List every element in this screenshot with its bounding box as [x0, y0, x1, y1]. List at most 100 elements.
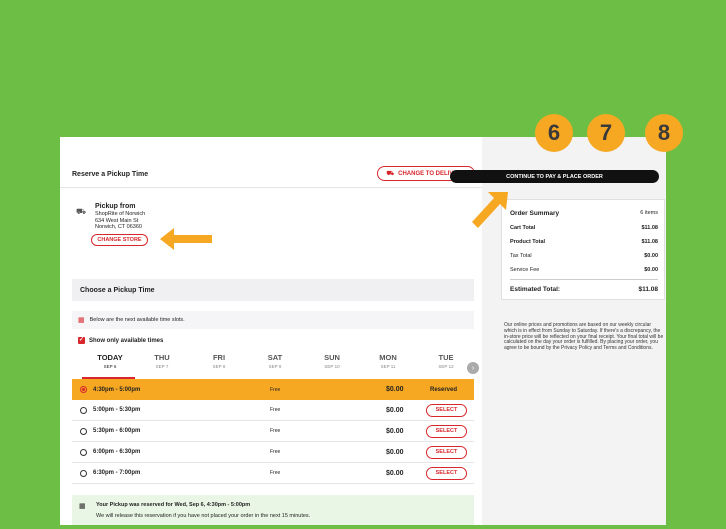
tax-label: Tax Total	[510, 253, 532, 259]
tab-sat[interactable]: SAT SEP 9	[250, 353, 300, 369]
tab-today[interactable]: TODAY SEP 6	[85, 353, 135, 369]
cart-total-label: Cart Total	[510, 225, 536, 231]
day-name: THU	[154, 353, 170, 362]
time-slot-row[interactable]: 4:30pm - 5:00pm Free $0.00 Reserved	[72, 379, 474, 400]
reservation-message-title: Your Pickup was reserved for Wed, Sep 6,…	[96, 502, 251, 508]
radio-icon[interactable]	[80, 448, 87, 456]
chevron-right-icon[interactable]: ›	[467, 362, 479, 374]
slot-time: 6:30pm - 7:00pm	[93, 470, 141, 476]
product-total-value: $11.08	[641, 239, 658, 245]
slot-fee: Free	[270, 470, 281, 476]
slot-fee: Free	[270, 407, 281, 413]
time-slot-row[interactable]: 6:00pm - 6:30pm Free $0.00 SELECT	[72, 442, 474, 463]
slot-price: $0.00	[386, 469, 404, 477]
available-slots-note-text: Below are the next available time slots.	[89, 317, 185, 323]
slot-price: $0.00	[386, 406, 404, 414]
day-name: SAT	[267, 353, 283, 362]
tab-tue[interactable]: TUE SEP 12	[421, 353, 471, 369]
slot-price: $0.00	[386, 386, 404, 393]
product-total-label: Product Total	[510, 239, 546, 245]
step-badge-8: 8	[645, 114, 683, 152]
day-name: FRI	[212, 353, 226, 362]
slot-fee: Free	[270, 386, 281, 393]
available-slots-note: ▦ Below are the next available time slot…	[72, 311, 474, 329]
estimated-total-row: Estimated Total: $11.08	[510, 286, 658, 293]
summary-item-count: 6 items	[640, 210, 658, 216]
tax-value: $0.00	[644, 253, 658, 259]
checkbox-checked-icon[interactable]: ✓	[78, 337, 85, 344]
day-name: SUN	[324, 353, 340, 362]
pickup-column: Reserve a Pickup Time ⛟ CHANGE TO DELIVE…	[60, 137, 482, 525]
time-slot-list: 4:30pm - 5:00pm Free $0.00 Reserved 5:00…	[72, 379, 474, 484]
arrow-left-icon	[160, 228, 212, 250]
time-slot-row[interactable]: 5:30pm - 6:00pm Free $0.00 SELECT	[72, 421, 474, 442]
cart-total-value: $11.08	[641, 225, 658, 231]
day-tabs: TODAY SEP 6 THU SEP 7 FRI SEP 8 SAT SEP …	[72, 353, 474, 379]
day-date: SEP 12	[438, 364, 454, 369]
choose-pickup-time-header: Choose a Pickup Time	[72, 279, 474, 301]
radio-icon[interactable]	[80, 406, 87, 414]
delivery-truck-icon: ⛟	[386, 170, 395, 177]
tab-thu[interactable]: THU SEP 7	[137, 353, 187, 369]
show-available-label: Show only available times	[89, 337, 164, 344]
service-fee-label: Service Fee	[510, 267, 540, 273]
time-slot-row[interactable]: 6:30pm - 7:00pm Free $0.00 SELECT	[72, 463, 474, 484]
day-date: SEP 6	[103, 364, 117, 369]
tax-row: Tax Total $0.00	[510, 253, 658, 259]
tab-fri[interactable]: FRI SEP 8	[194, 353, 244, 369]
day-date: SEP 11	[380, 364, 396, 369]
summary-divider	[510, 279, 658, 280]
reservation-message-detail: We will release this reservation if you …	[96, 513, 311, 519]
reservation-message: ▦ Your Pickup was reserved for Wed, Sep …	[72, 495, 474, 525]
slot-time: 6:00pm - 6:30pm	[93, 449, 141, 455]
continue-to-pay-button[interactable]: CONTINUE TO PAY & PLACE ORDER	[450, 170, 659, 183]
select-slot-button[interactable]: SELECT	[426, 445, 467, 459]
service-fee-value: $0.00	[644, 267, 658, 273]
summary-header: Order Summary 6 items	[510, 210, 658, 217]
truck-icon: ⛟	[76, 207, 87, 216]
day-date: SEP 10	[324, 364, 340, 369]
step-badge-6: 6	[535, 114, 573, 152]
step-badge-7: 7	[587, 114, 625, 152]
show-available-toggle[interactable]: ✓ Show only available times	[78, 337, 163, 344]
order-summary: Order Summary 6 items Cart Total $11.08 …	[501, 199, 665, 300]
day-name: TODAY	[97, 353, 123, 362]
slot-price: $0.00	[386, 427, 404, 435]
cart-total-row: Cart Total $11.08	[510, 225, 658, 231]
arrow-up-right-icon	[472, 192, 508, 228]
calendar-check-icon: ▦	[79, 503, 86, 510]
select-slot-button[interactable]: SELECT	[426, 466, 467, 480]
slot-time: 5:00pm - 5:30pm	[93, 407, 141, 413]
tab-sun[interactable]: SUN SEP 10	[307, 353, 357, 369]
select-slot-button[interactable]: SELECT	[426, 424, 467, 438]
slot-fee: Free	[270, 449, 281, 455]
radio-icon[interactable]	[80, 469, 87, 477]
day-date: SEP 7	[155, 364, 169, 369]
service-fee-row: Service Fee $0.00	[510, 267, 658, 273]
radio-icon[interactable]	[80, 427, 87, 435]
reserved-label: Reserved	[430, 386, 458, 393]
estimated-total-label: Estimated Total:	[510, 286, 561, 293]
slot-time: 5:30pm - 6:00pm	[93, 428, 141, 434]
reserve-title: Reserve a Pickup Time	[72, 171, 149, 178]
slot-fee: Free	[270, 428, 281, 434]
day-name: MON	[379, 353, 397, 362]
estimated-total-value: $11.08	[638, 286, 658, 293]
pickup-heading: Pickup from	[95, 203, 136, 210]
calendar-icon: ▦	[78, 317, 85, 324]
divider	[60, 187, 482, 188]
tab-mon[interactable]: MON SEP 11	[363, 353, 413, 369]
select-slot-button[interactable]: SELECT	[426, 403, 467, 417]
time-slot-row[interactable]: 5:00pm - 5:30pm Free $0.00 SELECT	[72, 400, 474, 421]
day-name: TUE	[438, 353, 454, 362]
pricing-disclaimer: Our online prices and promotions are bas…	[504, 322, 664, 352]
summary-title: Order Summary	[510, 210, 560, 217]
change-store-button[interactable]: CHANGE STORE	[91, 234, 148, 246]
product-total-row: Product Total $11.08	[510, 239, 658, 245]
slot-time: 4:30pm - 5:00pm	[93, 386, 141, 393]
store-city: Norwich, CT 06360	[95, 224, 142, 230]
day-date: SEP 8	[212, 364, 226, 369]
radio-selected-icon[interactable]	[80, 386, 87, 393]
slot-price: $0.00	[386, 448, 404, 456]
day-date: SEP 9	[268, 364, 282, 369]
